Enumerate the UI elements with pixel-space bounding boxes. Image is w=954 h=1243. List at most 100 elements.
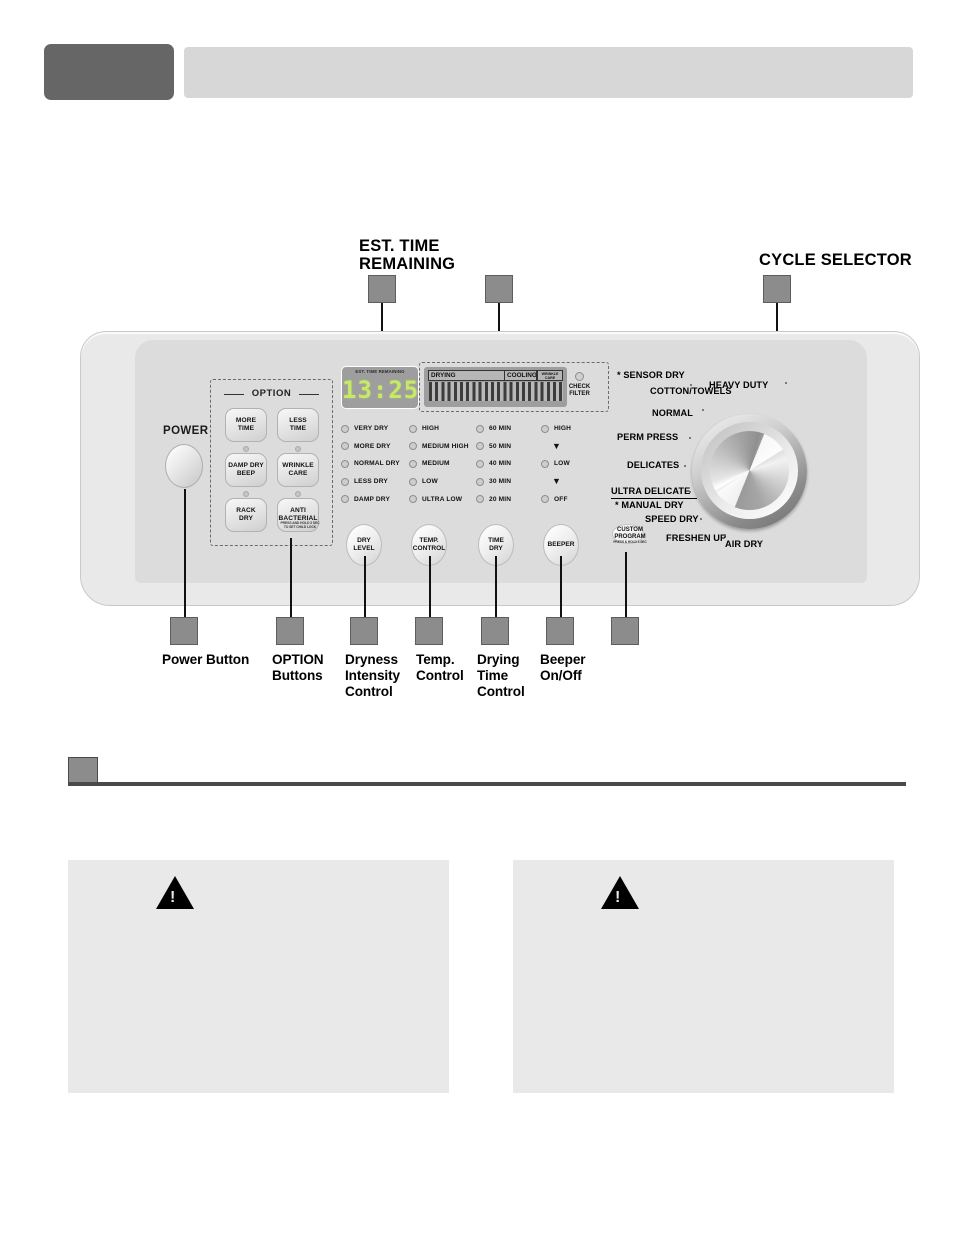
indicator-column-temperature: HIGH MEDIUM HIGH MEDIUM LOW ULTRA LOW	[409, 420, 477, 508]
dial-tick	[700, 518, 702, 520]
dial-tick	[760, 541, 762, 543]
option-button-wrinkle-care[interactable]: WRINKLE CARE	[277, 453, 319, 487]
indicator-led	[409, 477, 417, 486]
indicator-led	[541, 424, 549, 433]
warning-exclamation-glyph: !	[170, 889, 176, 906]
cycle-label-speed-dry[interactable]: SPEED DRY	[645, 514, 699, 524]
callout-box-power-button	[170, 617, 198, 645]
callout-box-option-buttons	[276, 617, 304, 645]
indicator-column-dryness: VERY DRY MORE DRY NORMAL DRY LESS DRY DA…	[341, 420, 409, 508]
indicator-label: DAMP DRY	[354, 495, 391, 503]
callout-box-drying-time-control	[481, 617, 509, 645]
indicator-led-grid: VERY DRY MORE DRY NORMAL DRY LESS DRY DA…	[341, 420, 607, 518]
cycle-label-manual-dry[interactable]: * MANUAL DRY	[615, 500, 684, 510]
option-button-damp-dry-beep[interactable]: DAMP DRY BEEP	[225, 453, 267, 487]
indicator-label: 60 MIN	[489, 425, 512, 433]
indicator-led	[409, 424, 417, 433]
option-led-damp-dry-beep	[243, 446, 249, 452]
callout-box-temp-control	[415, 617, 443, 645]
indicator-led	[476, 459, 484, 468]
indicator-column-beeper: HIGH ▼ LOW ▼ OFF	[541, 420, 609, 508]
indicator-led	[476, 442, 484, 451]
cycle-label-sensor-dry[interactable]: * SENSOR DRY	[617, 370, 685, 380]
indicator-row[interactable]: LESS DRY	[341, 473, 409, 491]
indicator-label: 30 MIN	[489, 478, 512, 486]
indicator-led	[409, 459, 417, 468]
status-segment-cooling: COOLING	[504, 370, 537, 381]
callout-line-dryness-control	[364, 556, 366, 617]
indicator-row[interactable]: ULTRA LOW	[409, 490, 477, 508]
dial-tick	[724, 534, 726, 536]
est-time-display-caption: EST. TIME REMAINING	[355, 369, 405, 374]
callout-box-status-bar	[485, 275, 513, 303]
option-led-anti-bacterial	[295, 491, 301, 497]
custom-program-note: PRESS & HOLD 3 SEC	[613, 540, 647, 545]
warning-box-right: !	[513, 860, 894, 1093]
indicator-row[interactable]: 20 MIN	[476, 490, 544, 508]
indicator-row[interactable]: 30 MIN	[476, 473, 544, 491]
check-filter-led	[575, 372, 584, 381]
callout-line-custom-program	[625, 552, 627, 617]
indicator-row[interactable]: NORMAL DRY	[341, 455, 409, 473]
callout-line-temp-control	[429, 556, 431, 617]
cycle-label-ultra-delicate[interactable]: ULTRA DELICATE	[611, 486, 690, 496]
indicator-row[interactable]: VERY DRY	[341, 420, 409, 438]
indicator-row[interactable]: MEDIUM HIGH	[409, 438, 477, 456]
cycle-selector-dial[interactable]	[692, 414, 807, 529]
indicator-column-time: 60 MIN 50 MIN 40 MIN 30 MIN 20 MIN	[476, 420, 544, 508]
indicator-row[interactable]: 60 MIN	[476, 420, 544, 438]
option-button-rack-dry[interactable]: RACK DRY	[225, 498, 267, 532]
indicator-led	[409, 495, 417, 504]
indicator-label: 20 MIN	[489, 495, 512, 503]
indicator-row[interactable]: DAMP DRY	[341, 490, 409, 508]
callout-label-temp-control: Temp. Control	[416, 652, 464, 683]
cycle-label-freshen-up[interactable]: FRESHEN UP	[666, 533, 726, 543]
indicator-led	[476, 495, 484, 504]
indicator-label: VERY DRY	[354, 425, 389, 433]
callout-line-option-buttons	[290, 538, 292, 617]
indicator-row[interactable]: 40 MIN	[476, 455, 544, 473]
indicator-row[interactable]: MEDIUM	[409, 455, 477, 473]
indicator-row[interactable]: MORE DRY	[341, 438, 409, 456]
indicator-row[interactable]: OFF	[541, 490, 609, 508]
callout-box-cycle-selector	[763, 275, 791, 303]
cycle-label-perm-press[interactable]: PERM PRESS	[617, 432, 678, 442]
cycle-status-bar: DRYING COOLING WRINKLE CARE	[424, 367, 567, 407]
indicator-label: 40 MIN	[489, 460, 512, 468]
option-button-less-time[interactable]: LESS TIME	[277, 408, 319, 442]
indicator-label: LESS DRY	[354, 478, 388, 486]
indicator-led	[476, 424, 484, 433]
dial-tick	[785, 382, 787, 384]
callout-box-custom-program	[611, 617, 639, 645]
indicator-row[interactable]: LOW	[541, 455, 609, 473]
cycle-label-delicates[interactable]: DELICATES	[627, 460, 679, 470]
cycle-label-normal[interactable]: NORMAL	[652, 408, 693, 418]
progress-bar-segments	[429, 382, 563, 401]
indicator-row[interactable]: HIGH	[409, 420, 477, 438]
indicator-row[interactable]: HIGH	[541, 420, 609, 438]
power-button[interactable]	[165, 444, 203, 488]
indicator-label: 50 MIN	[489, 442, 512, 450]
indicator-label: LOW	[554, 460, 570, 468]
indicator-led	[341, 477, 349, 486]
status-segment-drying: DRYING	[428, 370, 504, 381]
est-time-display-value: 13:25	[342, 376, 420, 404]
option-group-caption: OPTION	[211, 388, 332, 399]
section-marker-block	[68, 757, 98, 785]
dial-tick	[684, 465, 686, 467]
cycle-label-air-dry[interactable]: AIR DRY	[725, 539, 763, 549]
indicator-label: NORMAL DRY	[354, 460, 400, 468]
power-label: POWER	[163, 425, 209, 437]
warning-exclamation-glyph: !	[615, 889, 621, 906]
option-button-more-time[interactable]: MORE TIME	[225, 408, 267, 442]
indicator-row[interactable]: LOW	[409, 473, 477, 491]
callout-box-beeper-on-off	[546, 617, 574, 645]
indicator-row[interactable]: 50 MIN	[476, 438, 544, 456]
chevron-down-icon: ▼	[552, 476, 561, 487]
custom-program-label: CUSTOM PROGRAM	[614, 527, 646, 540]
indicator-led	[341, 495, 349, 504]
cycle-label-heavy-duty[interactable]: HEAVY DUTY	[709, 380, 768, 390]
dial-tick	[690, 384, 692, 386]
indicator-led	[341, 459, 349, 468]
custom-program-button[interactable]: CUSTOM PROGRAM PRESS & HOLD 3 SEC	[604, 524, 656, 545]
